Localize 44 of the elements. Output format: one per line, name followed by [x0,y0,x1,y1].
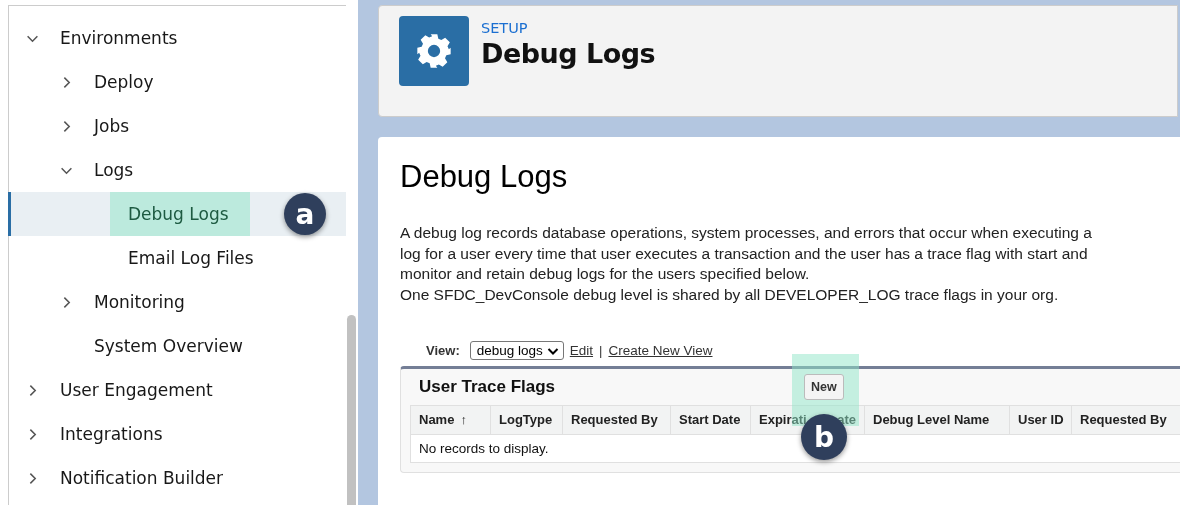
tree-item-label: Notification Builder [60,468,224,488]
tree-item-label: Email Log Files [128,248,254,268]
tree-item[interactable]: Debug Logs a [8,192,346,236]
view-label: View: [426,343,460,358]
tree-item[interactable]: Integrations [8,412,346,456]
tree-item[interactable]: User Engagement [8,368,346,412]
gear-icon [399,16,469,86]
tree-item-label: Integrations [60,424,163,444]
column-header[interactable]: Name ↑ [411,406,491,434]
tree-item-label: Debug Logs [128,204,229,224]
column-header[interactable]: Requested By [1072,406,1180,434]
scrollbar-thumb[interactable] [347,315,356,505]
tree-item[interactable]: Logs [8,148,346,192]
tree-item[interactable]: Environments [8,16,346,60]
tree-item-label: System Overview [94,336,243,356]
column-header[interactable]: Requested By [563,406,671,434]
tree-item-label: User Engagement [60,380,213,400]
tree-item-label: Logs [94,160,134,180]
separator: | [599,343,603,358]
table-title: User Trace Flags [419,377,557,397]
view-select[interactable]: debug logs [469,341,564,360]
column-header-text: Expirati [759,411,807,429]
tree-item[interactable]: Deploy [8,60,346,104]
tree-item-label: Deploy [94,72,154,92]
column-header[interactable]: User ID [1010,406,1072,434]
view-link[interactable]: Edit [569,343,594,358]
breadcrumb-label: SETUP [481,20,529,36]
tree-item[interactable]: Jobs [8,104,346,148]
tree-item[interactable]: Email Log Files [8,236,346,280]
tree-item-label: Monitoring [94,292,185,312]
page-title: Debug Logs [481,38,656,69]
tree-item-label: Environments [60,28,178,48]
view-link[interactable]: Create New View [608,343,713,358]
tree-item[interactable]: System Overview [8,324,346,368]
tree-item[interactable]: Monitoring [8,280,346,324]
tree-item[interactable]: Notification Builder [8,456,346,500]
column-header[interactable]: Debug Level Name [865,406,1010,434]
section-heading: Debug Logs [400,159,569,195]
description-text: A debug log records database operations, system processes, and errors that occur when executing a log for a user every time that user executes a transaction and the user has a trace flag with start and monitor and retain debug logs for the users specified below. One SFDC_DevConsole debug level is shared by all DEVELOPER_LOG trace flags in your org. [400,223,1093,305]
tree-item-label: Jobs [94,116,130,136]
column-header[interactable]: Start Date [671,406,751,434]
new-button[interactable]: New [804,374,844,400]
callout-badge: a [284,193,326,235]
column-header[interactable]: LogType [491,406,563,434]
